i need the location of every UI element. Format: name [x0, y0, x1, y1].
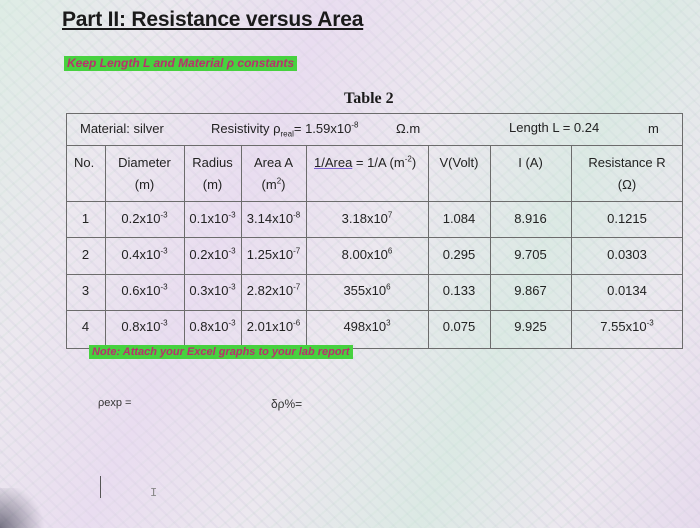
cell-current: 9.705 [514, 247, 547, 262]
header-voltage: V(Volt) [439, 155, 479, 170]
cell-no: 1 [81, 211, 90, 226]
header-inverse-area: 1/Area = 1/A (m-2) [314, 154, 417, 170]
cell-voltage: 0.075 [442, 319, 476, 334]
cell-voltage: 0.133 [442, 283, 476, 298]
header-area-unit: (m2) [261, 176, 286, 192]
cell-area: 2.01x10-6 [246, 318, 301, 334]
cell-radius: 0.2x10-3 [189, 246, 236, 262]
rho-exp-label: ρexp = [98, 397, 132, 409]
cell-current: 8.916 [514, 211, 547, 226]
row-divider [66, 274, 683, 275]
cell-radius: 0.1x10-3 [189, 210, 236, 226]
cell-current: 9.867 [514, 283, 547, 298]
text-cursor [100, 476, 101, 498]
section-heading: Part II: Resistance versus Area [62, 8, 364, 31]
cell-resistance: 0.0134 [607, 283, 647, 298]
cell-inverse-area: 3.18x107 [341, 210, 393, 226]
header-diameter-unit: (m) [134, 177, 155, 192]
header-radius: Radius [192, 155, 233, 170]
cell-resistance: 0.1215 [607, 211, 647, 226]
header-current: I (A) [518, 155, 543, 170]
header-diameter: Diameter [118, 155, 171, 170]
material-label: Material: silver [80, 121, 164, 136]
header-radius-unit: (m) [202, 177, 223, 192]
cell-resistance: 7.55x10-3 [600, 318, 654, 334]
cell-voltage: 1.084 [442, 211, 476, 226]
cell-diameter: 0.8x10-3 [121, 318, 168, 334]
cell-inverse-area: 498x103 [343, 318, 391, 334]
resistance-table: Material: silver Resistivity ρreal= 1.59… [66, 113, 683, 349]
cell-no: 3 [81, 283, 90, 298]
cell-no: 2 [81, 247, 90, 262]
row-divider [66, 201, 683, 202]
row-divider [66, 310, 683, 311]
header-resistance-unit: (Ω) [617, 177, 637, 192]
delta-rho-label: δρ%= [271, 397, 303, 411]
highlighted-instruction: Keep Length L and Material ρ constants [64, 56, 298, 71]
cell-diameter: 0.2x10-3 [121, 210, 168, 226]
header-resistance: Resistance R [588, 155, 666, 170]
cell-diameter: 0.4x10-3 [121, 246, 168, 262]
length-label: Length L = 0.24 [509, 120, 600, 135]
table-border [66, 113, 683, 349]
length-unit: m [648, 121, 659, 136]
cell-area: 1.25x10-7 [246, 246, 301, 262]
row-divider [66, 237, 683, 238]
row-divider [66, 145, 683, 146]
resistivity-label: Resistivity ρreal= 1.59x10-8 [211, 120, 359, 139]
cell-resistance: 0.0303 [607, 247, 647, 262]
cell-current: 9.925 [514, 319, 547, 334]
ibeam-cursor-icon: I [150, 486, 158, 500]
highlighted-note: Note: Attach your Excel graphs to your l… [89, 345, 353, 359]
cell-radius: 0.3x10-3 [189, 282, 236, 298]
table-caption: Table 2 [344, 90, 394, 107]
cell-area: 2.82x10-7 [246, 282, 301, 298]
cell-no: 4 [81, 319, 90, 334]
cell-inverse-area: 355x106 [343, 282, 391, 298]
header-no: No. [74, 155, 95, 170]
cell-radius: 0.8x10-3 [189, 318, 236, 334]
shadow-corner [0, 488, 50, 528]
header-area: Area A [253, 155, 294, 170]
cell-diameter: 0.6x10-3 [121, 282, 168, 298]
cell-inverse-area: 8.00x106 [341, 246, 393, 262]
resistivity-unit: Ω.m [396, 121, 421, 136]
cell-voltage: 0.295 [442, 247, 476, 262]
cell-area: 3.14x10-8 [246, 210, 301, 226]
